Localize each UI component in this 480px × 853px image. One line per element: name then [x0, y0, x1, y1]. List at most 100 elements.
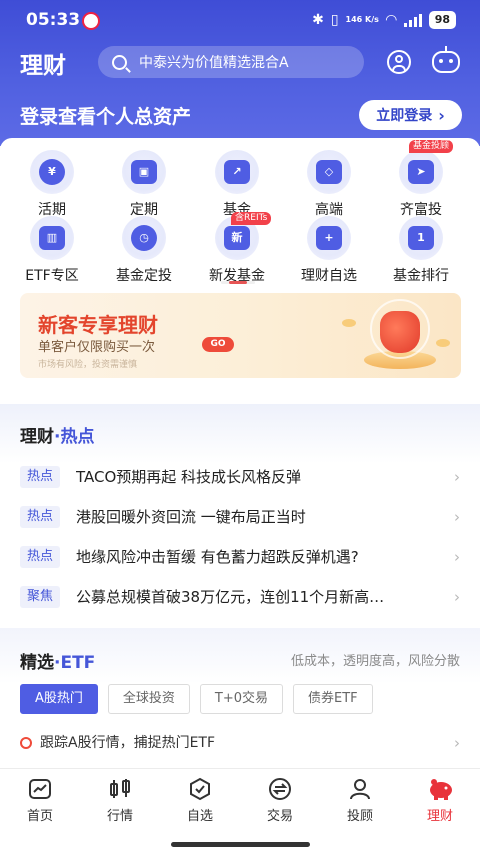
etf-section: 精选·ETF 低成本，透明度高，风险分散 A股热门 全球投资 T+0交易 债券E… — [0, 628, 480, 768]
etf-section-title: 精选·ETF — [20, 653, 96, 673]
status-time: 05:33 — [26, 10, 81, 30]
grid-item-label: 理财自选 — [301, 268, 357, 284]
carrier-icon — [82, 12, 100, 30]
fund-icon: ↗ — [215, 150, 259, 194]
banner-go-button[interactable]: GO — [202, 337, 234, 352]
tab-label: 首页 — [26, 809, 53, 824]
tab-watchlist[interactable]: 自选 — [160, 777, 240, 824]
fund-plan-icon: ◷ — [122, 216, 166, 260]
grid-item-label: ETF专区 — [25, 268, 79, 284]
tab-wealth[interactable]: 理财 — [400, 777, 480, 824]
login-button-label: 立即登录 — [376, 108, 433, 124]
fixed-deposit-icon: ▣ — [122, 150, 166, 194]
etf-zone-icon: ▥ — [30, 216, 74, 260]
news-title: TACO预期再起 科技成长风格反弹 — [76, 468, 302, 486]
qifutou-icon: ➤ — [399, 150, 443, 194]
money-bag-illustration — [342, 299, 450, 375]
tab-trade[interactable]: 交易 — [240, 777, 320, 824]
chip-global[interactable]: 全球投资 — [107, 684, 190, 714]
etf-track-row[interactable]: 跟踪A股行情，捕捉热门ETF › — [20, 732, 460, 754]
tab-advisor[interactable]: 投顾 — [320, 777, 400, 824]
assistant-robot-icon[interactable] — [432, 46, 460, 73]
hot-section-title: 理财·热点 — [20, 427, 95, 447]
chevron-right-icon: › — [454, 588, 460, 606]
wifi-icon: ◠ — [385, 12, 397, 28]
search-input[interactable]: 中泰兴为价值精选混合A — [98, 46, 364, 78]
header: 05:33 ✱ ▯ 146 K/s ◠ 98 理财 中泰兴为价值精选混合A 登录… — [0, 0, 480, 146]
news-title: 港股回暖外资回流 一键布局正当时 — [76, 508, 306, 526]
network-speed: 146 K/s — [345, 15, 379, 24]
banner-risk-note: 市场有风险，投资需谨慎 — [38, 360, 138, 370]
chip-t0[interactable]: T+0交易 — [199, 684, 284, 714]
etf-track-text: 跟踪A股行情，捕捉热门ETF — [40, 735, 216, 751]
news-tag: 热点 — [20, 546, 60, 568]
list-item[interactable]: 热点 港股回暖外资回流 一键布局正当时 › — [0, 497, 480, 537]
vibrate-icon: ▯ — [330, 12, 339, 28]
page-indicator — [229, 281, 247, 284]
chip-a-share-hot[interactable]: A股热门 — [20, 684, 98, 714]
tab-label: 交易 — [266, 809, 293, 824]
tab-label: 理财 — [426, 809, 453, 824]
news-tag: 热点 — [20, 466, 60, 488]
grid-item-fixed[interactable]: ▣ 定期 — [99, 150, 189, 219]
tab-home[interactable]: 首页 — [0, 777, 80, 824]
bottom-tab-bar: 首页 行情 自选 交易 投顾 理财 — [0, 768, 480, 853]
grid-item-fund-plan[interactable]: ◷ 基金定投 — [99, 216, 189, 285]
watchlist-tab-icon — [188, 777, 212, 801]
list-item[interactable]: 聚焦 公募总规模首破38万亿元，连创11个月新高… › — [0, 577, 480, 617]
grid-item-watchlist[interactable]: + 理财自选 — [284, 216, 374, 285]
badge: 含REITs — [231, 212, 272, 225]
user-icon[interactable] — [387, 50, 411, 74]
grid-item-premium[interactable]: ◇ 高端 — [284, 150, 374, 219]
news-title: 地缘风险冲击暂缓 有色蓄力超跌反弹机遇? — [76, 548, 359, 566]
grid-item-fund[interactable]: ↗ 基金 — [192, 150, 282, 219]
market-icon — [108, 777, 132, 801]
list-item[interactable]: 热点 地缘风险冲击暂缓 有色蓄力超跌反弹机遇? › — [0, 537, 480, 577]
search-icon — [112, 54, 127, 70]
home-icon — [28, 777, 52, 801]
premium-icon: ◇ — [307, 150, 351, 194]
bluetooth-icon: ✱ — [312, 12, 324, 28]
trade-icon — [268, 777, 292, 801]
signal-icon — [403, 13, 422, 27]
grid-item-label: 基金定投 — [116, 268, 172, 284]
grid-item-etf-zone[interactable]: ▥ ETF专区 — [7, 216, 97, 285]
wealth-piggy-icon — [428, 777, 452, 801]
grid-item-new-fund[interactable]: 新 含REITs 新发基金 — [192, 212, 282, 285]
page-title: 理财 — [20, 53, 66, 79]
current-deposit-icon: ¥ — [30, 150, 74, 194]
news-tag: 热点 — [20, 506, 60, 528]
fund-rank-icon: 1 — [399, 216, 443, 260]
chevron-right-icon: › — [438, 105, 445, 125]
tab-label: 行情 — [106, 809, 133, 824]
status-bar: 05:33 ✱ ▯ 146 K/s ◠ 98 — [0, 0, 480, 42]
promo-banner[interactable]: 新客专享理财 单客户仅限购买一次 GO 市场有风险，投资需谨慎 — [20, 293, 461, 378]
grid-item-label: 基金排行 — [393, 268, 449, 284]
chevron-right-icon: › — [454, 548, 460, 566]
grid-item-qifutou[interactable]: ➤ 基金投顾 齐富投 — [376, 140, 466, 219]
banner-title: 新客专享理财 — [38, 313, 158, 337]
login-button[interactable]: 立即登录 › — [359, 100, 462, 130]
main-content: ¥ 活期 ▣ 定期 ↗ 基金 ◇ 高端 ➤ 基金投顾 齐富投 ▥ ETF专区 ◷… — [0, 138, 480, 768]
login-prompt: 登录查看个人总资产 — [20, 106, 192, 128]
tab-market[interactable]: 行情 — [80, 777, 160, 824]
grid-item-fund-rank[interactable]: 1 基金排行 — [376, 216, 466, 285]
flame-icon — [20, 737, 32, 749]
tab-label: 自选 — [186, 809, 213, 824]
banner-subtitle: 单客户仅限购买一次 — [38, 340, 156, 355]
grid-item-current[interactable]: ¥ 活期 — [7, 150, 97, 219]
battery-icon: 98 — [428, 11, 456, 29]
hot-section: 理财·热点 热点 TACO预期再起 科技成长风格反弹 › 热点 港股回暖外资回流… — [0, 404, 480, 616]
chevron-right-icon: › — [454, 734, 460, 752]
chevron-right-icon: › — [454, 508, 460, 526]
chevron-right-icon: › — [454, 468, 460, 486]
badge: 基金投顾 — [409, 140, 454, 153]
etf-section-description: 低成本，透明度高，风险分散 — [290, 654, 460, 669]
chip-bond-etf[interactable]: 债券ETF — [293, 684, 373, 714]
search-placeholder: 中泰兴为价值精选混合A — [139, 55, 289, 71]
home-indicator[interactable] — [171, 842, 310, 847]
advisor-icon — [348, 777, 372, 801]
news-tag: 聚焦 — [20, 586, 60, 608]
list-item[interactable]: 热点 TACO预期再起 科技成长风格反弹 › — [0, 457, 480, 497]
news-title: 公募总规模首破38万亿元，连创11个月新高… — [76, 588, 385, 606]
